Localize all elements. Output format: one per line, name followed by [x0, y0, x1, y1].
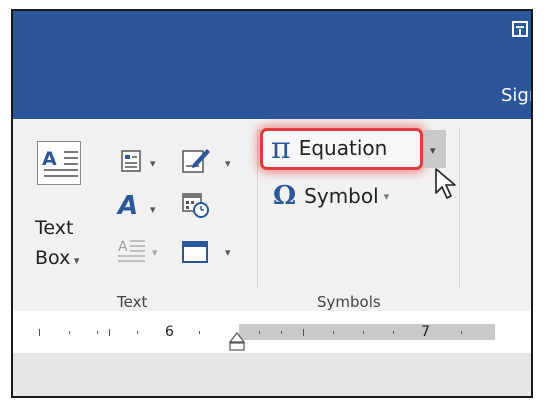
chevron-down-icon: ▾ — [150, 203, 156, 216]
ruler-tick — [281, 331, 282, 334]
ruler-tick — [97, 331, 98, 334]
quick-parts-icon — [121, 150, 141, 172]
mouse-cursor-icon — [435, 168, 456, 199]
pi-icon: π — [271, 130, 291, 166]
chevron-down-icon: ▾ — [383, 189, 390, 203]
group-divider — [257, 129, 258, 289]
ruler-tick — [393, 331, 394, 334]
ruler-tick — [259, 331, 260, 334]
text-box-label-line1: Text — [35, 217, 74, 239]
group-label-symbols: Symbols — [317, 293, 381, 311]
symbol-label: Symbol — [304, 184, 379, 208]
group-label-text: Text — [117, 293, 148, 311]
svg-text:A: A — [118, 239, 128, 255]
object-icon — [182, 241, 208, 263]
ruler-tick — [199, 331, 200, 334]
ruler-tick — [461, 331, 462, 334]
chevron-down-icon: ▾ — [70, 254, 80, 267]
ruler-tick — [69, 331, 70, 334]
chevron-down-icon: ▾ — [152, 246, 158, 259]
date-time-icon — [182, 193, 209, 218]
horizontal-ruler[interactable]: 6 7 — [13, 311, 531, 353]
text-box-icon: A — [37, 141, 81, 185]
chevron-down-icon: ▾ — [225, 157, 231, 170]
ruler-margin-shade — [239, 324, 495, 340]
sign-in-link[interactable]: Sigr — [501, 85, 531, 106]
indent-marker-icon[interactable] — [228, 332, 246, 354]
ruler-tick — [303, 329, 304, 336]
chevron-down-icon: ▾ — [430, 144, 436, 157]
document-canvas[interactable] — [13, 353, 531, 396]
equation-label: Equation — [298, 136, 388, 160]
drop-cap-icon: A — [118, 239, 145, 262]
window-restore-icon[interactable] — [512, 21, 528, 37]
text-box-label-line2: Box ▾ — [35, 247, 80, 269]
title-bar: Sigr — [13, 11, 531, 119]
word-window: Sigr A Text Box ▾ ▾ ▾ A ▾ A ▾ ▾ Text π E… — [11, 9, 533, 398]
wordart-icon: A — [118, 191, 139, 221]
chevron-down-icon: ▾ — [150, 157, 156, 170]
ruler-tick — [333, 331, 334, 334]
signature-line-icon — [182, 149, 210, 173]
ruler-tick — [109, 329, 110, 336]
group-divider — [459, 129, 460, 289]
chevron-down-icon: ▾ — [225, 246, 231, 259]
equation-button[interactable]: π Equation — [271, 130, 388, 166]
ruler-tick — [363, 331, 364, 334]
symbol-button[interactable]: Ω Symbol ▾ — [273, 179, 389, 213]
ruler-number: 7 — [421, 324, 430, 340]
ruler-number: 6 — [165, 324, 174, 340]
equation-dropdown-button[interactable]: ▾ — [424, 130, 446, 168]
ruler-tick — [137, 331, 138, 334]
omega-icon: Ω — [273, 181, 297, 211]
ribbon-insert-tab: A Text Box ▾ ▾ ▾ A ▾ A ▾ ▾ Text π Equati… — [13, 119, 531, 311]
ruler-tick — [39, 329, 40, 336]
